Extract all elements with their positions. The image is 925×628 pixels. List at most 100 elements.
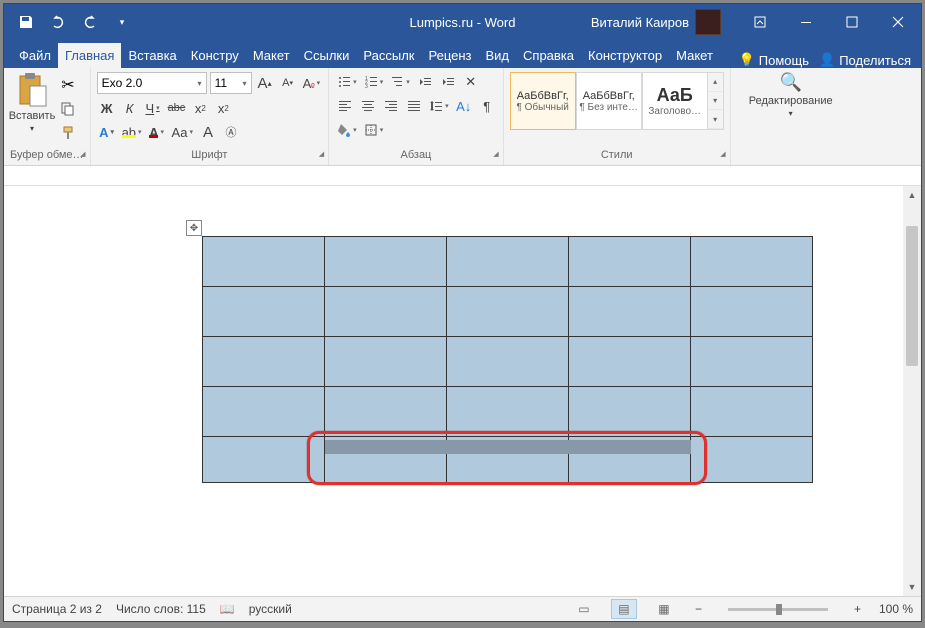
ribbon-options-icon[interactable] (737, 4, 783, 40)
underline-button[interactable]: Ч (143, 98, 163, 118)
align-center-icon[interactable] (358, 96, 378, 116)
titlebar: ▾ Lumpics.ru - Word Виталий Каиров (4, 4, 921, 40)
window-title: Lumpics.ru - Word (410, 15, 516, 30)
qat-dropdown-icon[interactable]: ▾ (110, 10, 134, 34)
copy-icon[interactable] (58, 100, 78, 118)
share-icon: 👤 (819, 52, 835, 68)
tell-me[interactable]: 💡Помощь (739, 52, 809, 68)
tab-table-design[interactable]: Конструктор (581, 43, 669, 68)
tab-mailings[interactable]: Рассылк (356, 43, 421, 68)
line-spacing-icon[interactable] (427, 96, 451, 116)
undo-icon[interactable] (46, 10, 70, 34)
group-label-paragraph: Абзац (335, 147, 497, 163)
user-name: Виталий Каиров (591, 15, 689, 30)
bold-button[interactable]: Ж (97, 98, 117, 118)
strike-button[interactable]: abc (166, 98, 188, 118)
view-read-icon[interactable]: ▭ (571, 599, 597, 619)
highlight-icon[interactable]: ab (120, 122, 144, 142)
show-marks-icon[interactable]: ¶ (477, 96, 497, 116)
clear-format-icon[interactable]: Aᵨ (301, 73, 323, 93)
zoom-slider[interactable] (728, 608, 828, 611)
document-area: ✥ ▲ ▼ (4, 186, 921, 596)
view-print-icon[interactable]: ▤ (611, 599, 637, 619)
avatar (695, 9, 721, 35)
close-icon[interactable] (875, 4, 921, 40)
outdent-icon[interactable] (415, 72, 435, 92)
scroll-thumb[interactable] (906, 226, 918, 366)
ribbon-tabs: Файл Главная Вставка Констру Макет Ссылк… (4, 40, 921, 68)
word-count[interactable]: Число слов: 115 (116, 602, 206, 616)
tab-design[interactable]: Констру (184, 43, 246, 68)
group-paragraph: 123 ✕ A↓ ¶ (329, 68, 504, 165)
subscript-icon[interactable]: x2 (190, 98, 210, 118)
style-nospacing[interactable]: АаБбВвГг, ¶ Без инте… (576, 72, 642, 130)
lightbulb-icon: 💡 (739, 52, 755, 68)
enclose-icon[interactable]: Ⓐ (221, 122, 241, 142)
tab-insert[interactable]: Вставка (121, 43, 183, 68)
borders-icon[interactable] (362, 120, 386, 140)
tab-file[interactable]: Файл (12, 43, 58, 68)
tab-review[interactable]: Реценз (421, 43, 478, 68)
paste-button[interactable]: Вставить ▾ (10, 72, 54, 147)
user-account[interactable]: Виталий Каиров (591, 9, 721, 35)
tab-layout[interactable]: Макет (246, 43, 297, 68)
style-heading1[interactable]: АаБ Заголово… (642, 72, 708, 130)
sort-icon[interactable]: A↓ (454, 96, 474, 116)
share-button[interactable]: 👤Поделиться (819, 52, 911, 68)
tab-view[interactable]: Вид (478, 43, 516, 68)
numbering-icon[interactable]: 123 (362, 72, 386, 92)
zoom-out-icon[interactable]: − (691, 602, 706, 616)
save-icon[interactable] (14, 10, 38, 34)
char-shading-icon[interactable]: A (198, 122, 218, 142)
app-window: ▾ Lumpics.ru - Word Виталий Каиров Файл … (3, 3, 922, 622)
indent-icon[interactable] (438, 72, 458, 92)
font-size-combo[interactable]: 11▾ (210, 72, 252, 94)
group-styles: АаБбВвГг, ¶ Обычный АаБбВвГг, ¶ Без инте… (504, 68, 731, 165)
bullets-icon[interactable] (335, 72, 359, 92)
scroll-up-icon[interactable]: ▲ (903, 186, 921, 204)
tab-home[interactable]: Главная (58, 43, 121, 68)
superscript-icon[interactable]: x2 (213, 98, 233, 118)
maximize-icon[interactable] (829, 4, 875, 40)
tab-table-layout[interactable]: Макет (669, 43, 720, 68)
align-left-icon[interactable] (335, 96, 355, 116)
change-case-icon[interactable]: Aa (170, 122, 195, 142)
view-web-icon[interactable]: ▦ (651, 599, 677, 619)
zoom-level[interactable]: 100 % (879, 602, 913, 616)
editing-button[interactable]: 🔍 Редактирование ▾ (737, 72, 845, 118)
grow-font-icon[interactable]: A▴ (255, 73, 275, 93)
group-editing: 🔍 Редактирование ▾ . (731, 68, 851, 165)
table-move-handle[interactable]: ✥ (186, 220, 202, 236)
language-indicator[interactable]: русский (249, 602, 292, 616)
group-font: Exo 2.0▾ 11▾ A▴ A▾ Aᵨ Ж К Ч abc x2 x2 A … (91, 68, 330, 165)
tab-references[interactable]: Ссылки (297, 43, 357, 68)
shading-icon[interactable] (335, 120, 359, 140)
align-right-icon[interactable] (381, 96, 401, 116)
ruler[interactable] (4, 166, 921, 186)
styles-gallery-more[interactable]: ▴▾▾ (708, 72, 724, 130)
format-painter-icon[interactable] (58, 124, 78, 142)
justify-icon[interactable] (404, 96, 424, 116)
group-label-styles: Стили (510, 147, 724, 163)
group-label-font: Шрифт (97, 147, 323, 163)
spellcheck-icon[interactable]: 📖 (220, 602, 235, 616)
cut-icon[interactable]: ✂ (58, 76, 78, 94)
group-label-clipboard: Буфер обме… (10, 147, 84, 163)
shrink-font-icon[interactable]: A▾ (278, 73, 298, 93)
page-indicator[interactable]: Страница 2 из 2 (12, 602, 102, 616)
group-clipboard: Вставить ▾ ✂ Буфер обме… (4, 68, 91, 165)
vertical-scrollbar[interactable]: ▲ ▼ (903, 186, 921, 596)
minimize-icon[interactable] (783, 4, 829, 40)
asian-layout-icon[interactable]: ✕ (461, 72, 481, 92)
style-normal[interactable]: АаБбВвГг, ¶ Обычный (510, 72, 576, 130)
text-effects-icon[interactable]: A (97, 122, 117, 142)
font-name-combo[interactable]: Exo 2.0▾ (97, 72, 207, 94)
font-color-icon[interactable]: A (147, 122, 167, 142)
italic-button[interactable]: К (120, 98, 140, 118)
page[interactable]: ✥ (22, 186, 883, 596)
tab-help[interactable]: Справка (516, 43, 581, 68)
redo-icon[interactable] (78, 10, 102, 34)
scroll-down-icon[interactable]: ▼ (903, 578, 921, 596)
zoom-in-icon[interactable]: + (850, 602, 865, 616)
multilevel-icon[interactable] (388, 72, 412, 92)
